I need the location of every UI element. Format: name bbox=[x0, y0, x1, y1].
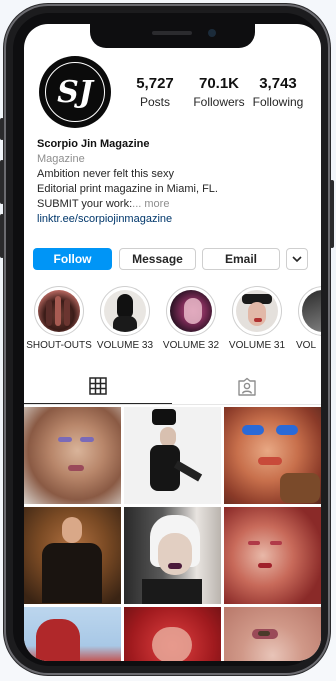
highlight-label: VOLUME 33 bbox=[96, 340, 154, 351]
tab-tagged[interactable] bbox=[173, 369, 321, 404]
message-button[interactable]: Message bbox=[119, 248, 196, 270]
profile-bio: Scorpio Jin Magazine Magazine Ambition n… bbox=[37, 137, 307, 227]
following-stat[interactable]: 3,743 Following bbox=[250, 75, 306, 109]
followers-label: Followers bbox=[193, 95, 245, 109]
mute-switch bbox=[0, 118, 4, 140]
tagged-person-icon bbox=[238, 377, 256, 396]
profile-tabs bbox=[24, 369, 321, 405]
bio-line-1: Ambition never felt this sexy bbox=[37, 168, 174, 180]
volume-up-button bbox=[0, 160, 4, 204]
highlight-ring bbox=[232, 286, 282, 336]
followers-count: 70.1K bbox=[198, 75, 240, 92]
highlight-thumbnail bbox=[302, 290, 321, 332]
bio-line-3-text: SUBMIT your work: bbox=[37, 198, 133, 210]
highlight-volume-33[interactable]: VOLUME 33 bbox=[92, 286, 158, 351]
post-thumbnail[interactable] bbox=[24, 507, 121, 604]
grid-icon bbox=[89, 377, 107, 395]
following-label: Following bbox=[252, 95, 304, 109]
followers-stat[interactable]: 70.1K Followers bbox=[187, 75, 251, 109]
highlight-ring bbox=[166, 286, 216, 336]
post-thumbnail[interactable] bbox=[124, 507, 221, 604]
highlight-label: VOLUME 31 bbox=[228, 340, 286, 351]
suggested-dropdown-button[interactable] bbox=[286, 248, 308, 270]
post-thumbnail[interactable] bbox=[224, 607, 321, 661]
phone-screen: SJ 5,727 Posts 70.1K Followers 3,743 Fol… bbox=[24, 24, 321, 661]
posts-stat[interactable]: 5,727 Posts bbox=[127, 75, 183, 109]
highlight-thumbnail bbox=[38, 290, 80, 332]
post-thumbnail[interactable] bbox=[24, 407, 121, 504]
post-thumbnail[interactable] bbox=[24, 607, 121, 661]
highlight-shout-outs[interactable]: SHOUT-OUTS bbox=[26, 286, 92, 351]
tab-posts-grid[interactable] bbox=[24, 369, 172, 404]
highlight-thumbnail bbox=[170, 290, 212, 332]
post-thumbnail[interactable] bbox=[224, 407, 321, 504]
bio-more-link[interactable]: ... more bbox=[132, 198, 169, 210]
post-thumbnail[interactable] bbox=[124, 407, 221, 504]
posts-label: Posts bbox=[139, 95, 170, 109]
highlight-ring bbox=[34, 286, 84, 336]
highlight-thumbnail bbox=[236, 290, 278, 332]
highlight-volume-31[interactable]: VOLUME 31 bbox=[224, 286, 290, 351]
bio-line-2: Editorial print magazine in Miami, FL. bbox=[37, 183, 218, 195]
bio-line-3: SUBMIT your work:... more bbox=[37, 197, 307, 212]
highlight-ring bbox=[100, 286, 150, 336]
avatar-logo-text: SJ bbox=[57, 74, 93, 110]
posts-grid bbox=[24, 407, 321, 661]
profile-avatar[interactable]: SJ bbox=[39, 56, 111, 128]
bio-external-link[interactable]: linktr.ee/scorpiojinmagazine bbox=[37, 212, 307, 227]
highlight-vol-partial[interactable]: VOL bbox=[290, 286, 321, 351]
profile-name: Scorpio Jin Magazine bbox=[37, 138, 150, 150]
post-thumbnail[interactable] bbox=[224, 507, 321, 604]
follow-button[interactable]: Follow bbox=[33, 248, 112, 270]
front-camera bbox=[208, 29, 216, 37]
volume-down-button bbox=[0, 214, 4, 258]
post-thumbnail[interactable] bbox=[124, 607, 221, 661]
profile-category: Magazine bbox=[37, 153, 85, 165]
speaker-grille bbox=[152, 31, 192, 35]
email-button[interactable]: Email bbox=[202, 248, 280, 270]
highlight-thumbnail bbox=[104, 290, 146, 332]
posts-count: 5,727 bbox=[136, 75, 174, 92]
highlight-label: SHOUT-OUTS bbox=[26, 340, 92, 351]
highlight-label: VOLUME 32 bbox=[162, 340, 220, 351]
notch bbox=[90, 24, 255, 48]
highlight-ring bbox=[298, 286, 321, 336]
following-count: 3,743 bbox=[259, 75, 297, 92]
highlight-label: VOL bbox=[296, 340, 317, 351]
highlight-volume-32[interactable]: VOLUME 32 bbox=[158, 286, 224, 351]
chevron-down-icon bbox=[292, 255, 302, 262]
power-button bbox=[330, 180, 334, 248]
